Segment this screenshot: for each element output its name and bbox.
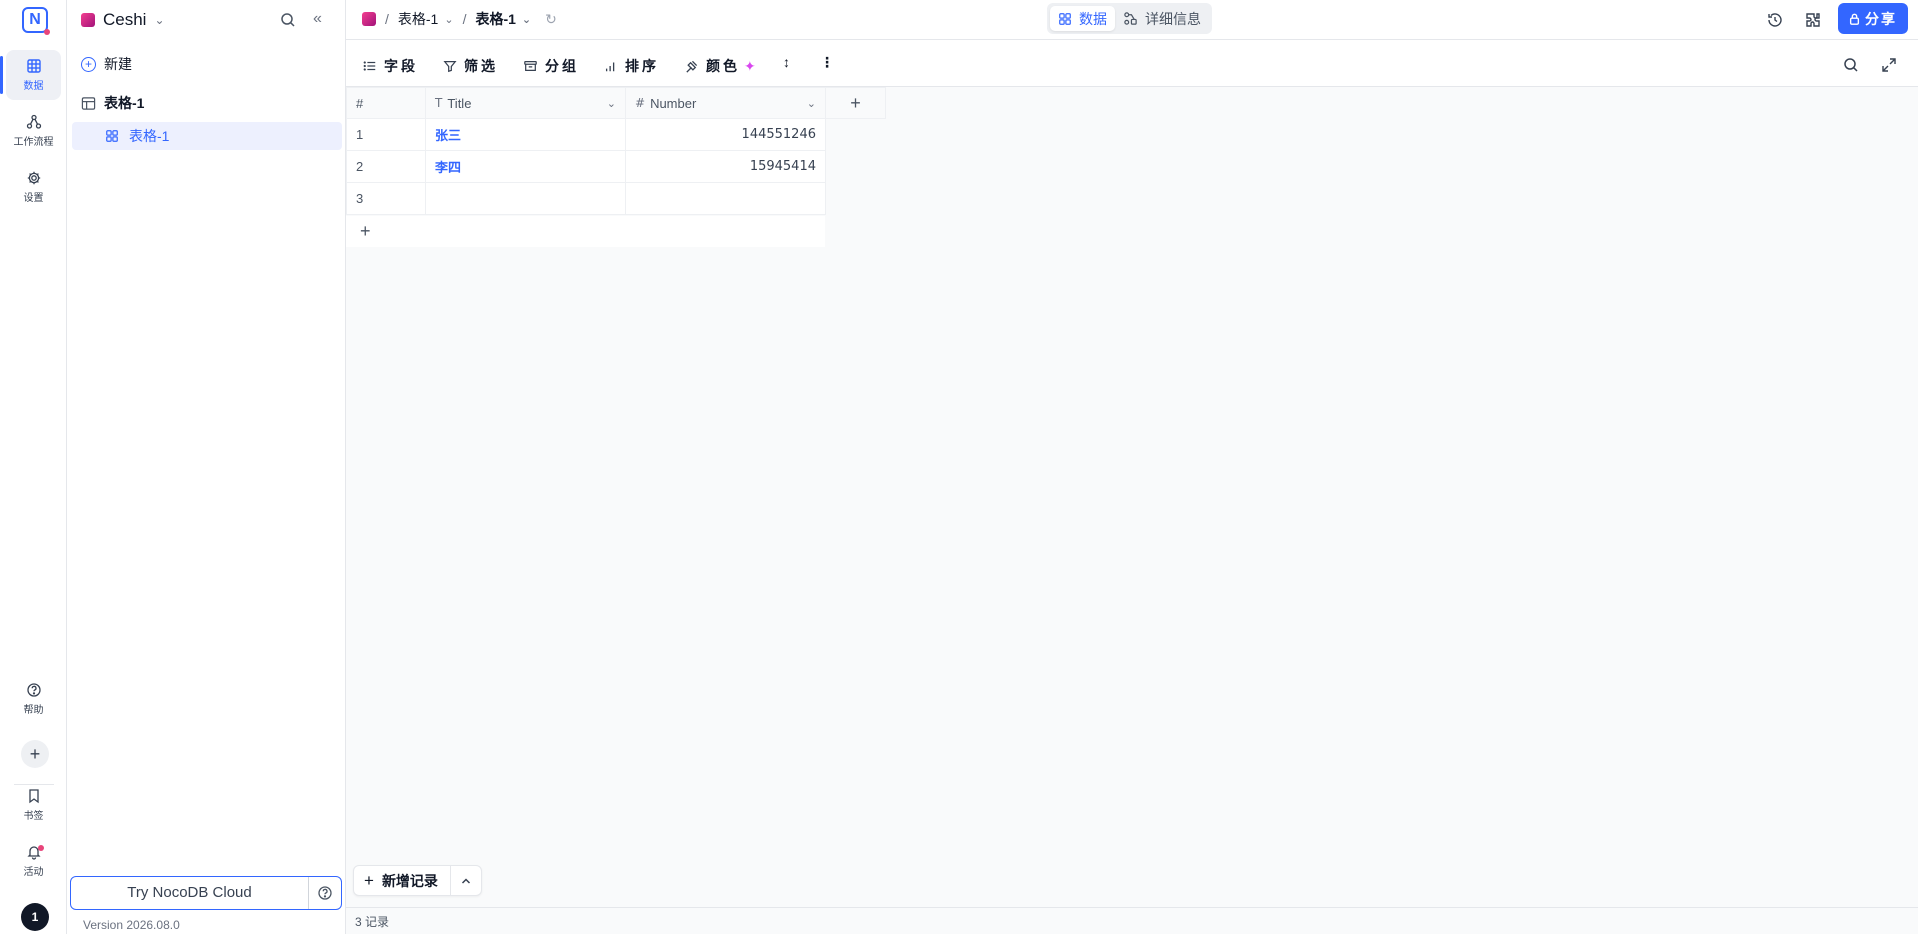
details-icon [1124,12,1137,25]
plus-icon: + [364,870,374,890]
chevron-down-icon: ⌄ [521,13,532,26]
add-record-button[interactable]: + 新增记录 [354,866,451,895]
top-bar: / 表格-1 ⌄ / 表格-1 ⌄ ↻ 数据 详细信息 分享 [346,0,1918,40]
share-button[interactable]: 分享 [1838,3,1908,34]
view-toolbar: 字段 筛选 分组 排序 颜色 ✦ ↕ ⋮ [346,40,1918,87]
grid-view-icon [106,130,118,142]
filter-icon [443,61,457,73]
group-button[interactable]: 分组 [523,56,579,76]
row-height-icon[interactable]: ↕ [783,54,790,70]
sparkle-icon: ✦ [744,57,756,74]
sidebar: Ceshi ⌄ « + 新建 表格-1 表格-1 Try NocoDB Clou… [67,0,346,934]
cell-title[interactable]: 张三 [425,118,626,151]
cell-number[interactable] [625,182,826,215]
header-index: # [346,87,426,119]
left-rail: N 数据 工作流程 设置 帮助 + 书签 活动 1 [0,0,67,934]
fields-button[interactable]: 字段 [363,56,418,76]
record-count-footer: 3 记录 [346,907,1918,934]
chevron-down-icon[interactable]: ⌄ [154,13,164,27]
rail-item-activity[interactable]: 活动 [6,836,61,886]
sort-button[interactable]: 排序 [604,56,659,76]
sidebar-table-item[interactable]: 表格-1 [81,93,144,113]
color-button[interactable]: 颜色 ✦ [684,56,756,76]
sort-bars-icon [605,62,615,72]
group-icon [524,61,537,71]
chevron-down-icon[interactable]: ⌄ [607,97,616,110]
rail-item-data[interactable]: 数据 [0,50,61,100]
filter-button[interactable]: 筛选 [443,56,498,76]
add-base-button[interactable]: + [21,740,49,768]
try-cloud-box: Try NocoDB Cloud [70,876,342,910]
gear-icon [27,171,40,185]
rail-item-settings[interactable]: 设置 [6,162,61,212]
rail-item-help[interactable]: 帮助 [6,674,61,724]
view-mode-switch: 数据 详细信息 [1047,3,1212,34]
grid-view-icon [1059,12,1071,25]
rail-item-workflow[interactable]: 工作流程 [6,106,61,156]
help-icon [26,683,41,697]
help-icon[interactable] [309,885,341,901]
expand-icon[interactable] [1880,56,1898,74]
breadcrumb-table[interactable]: 表格-1 ⌄ [398,9,454,29]
table-row[interactable]: 2 李四 15945414 [346,150,826,183]
paint-icon [686,60,698,73]
add-column-button[interactable]: + [825,87,886,119]
user-avatar[interactable]: 1 [21,903,49,931]
grid-area: # T Title ⌄ # Number ⌄ 1 张三 144551246 2 李四 [346,87,1918,907]
cell-title[interactable]: 李四 [425,150,626,183]
table-icon [26,59,41,73]
search-icon[interactable] [1842,56,1860,74]
logo-status-dot [44,29,50,35]
table-icon [81,96,96,110]
extensions-icon[interactable] [1804,11,1822,29]
reload-icon[interactable]: ↻ [545,11,557,28]
history-icon[interactable] [1766,11,1784,29]
rail-item-bookmarks[interactable]: 书签 [6,780,61,830]
collapse-sidebar-icon[interactable]: « [313,10,322,28]
grid-header-row: # T Title ⌄ # Number ⌄ [346,87,826,119]
base-cube-icon[interactable] [362,12,376,26]
cell-number[interactable]: 15945414 [625,150,826,183]
table-row[interactable]: 1 张三 144551246 [346,118,826,151]
data-grid: # T Title ⌄ # Number ⌄ 1 张三 144551246 2 李四 [346,87,826,215]
text-type-icon: T [435,96,443,110]
cell-title[interactable] [425,182,626,215]
base-cube-icon [81,13,95,27]
tab-details[interactable]: 详细信息 [1115,6,1209,31]
add-row-button[interactable]: + [346,216,825,247]
base-name[interactable]: Ceshi [103,10,146,30]
bookmark-icon [28,789,39,804]
record-count: 3 记录 [355,914,390,929]
table-row[interactable]: 3 [346,182,826,215]
chevron-down-icon[interactable]: ⌄ [807,97,816,110]
plus-circle-icon: + [81,56,96,72]
search-icon[interactable] [279,11,297,29]
new-button[interactable]: + 新建 [81,54,132,74]
notification-dot [38,845,44,851]
try-cloud-button[interactable]: Try NocoDB Cloud [71,877,309,909]
more-options-icon[interactable]: ⋮ [820,54,834,71]
tab-data[interactable]: 数据 [1050,6,1115,31]
workflow-icon [26,114,41,129]
breadcrumb: / 表格-1 ⌄ / 表格-1 ⌄ ↻ [362,0,557,38]
add-record-group: + 新增记录 [353,865,482,896]
base-header: Ceshi ⌄ « [67,0,346,40]
header-number[interactable]: # Number ⌄ [625,87,826,119]
chevron-down-icon: ⌄ [444,13,454,26]
chevron-up-icon[interactable] [451,875,481,887]
row-index: 1 [346,118,426,151]
row-index: 3 [346,182,426,215]
list-icon [363,61,376,71]
cell-number[interactable]: 144551246 [625,118,826,151]
header-title[interactable]: T Title ⌄ [425,87,626,119]
nocodb-logo-icon[interactable]: N [22,7,50,35]
number-type-icon: # [635,96,646,110]
sidebar-view-item[interactable]: 表格-1 [72,122,342,150]
row-index: 2 [346,150,426,183]
breadcrumb-view[interactable]: 表格-1 ⌄ [475,9,531,29]
lock-icon [1849,13,1860,25]
version-label: Version 2026.08.0 [83,918,180,932]
